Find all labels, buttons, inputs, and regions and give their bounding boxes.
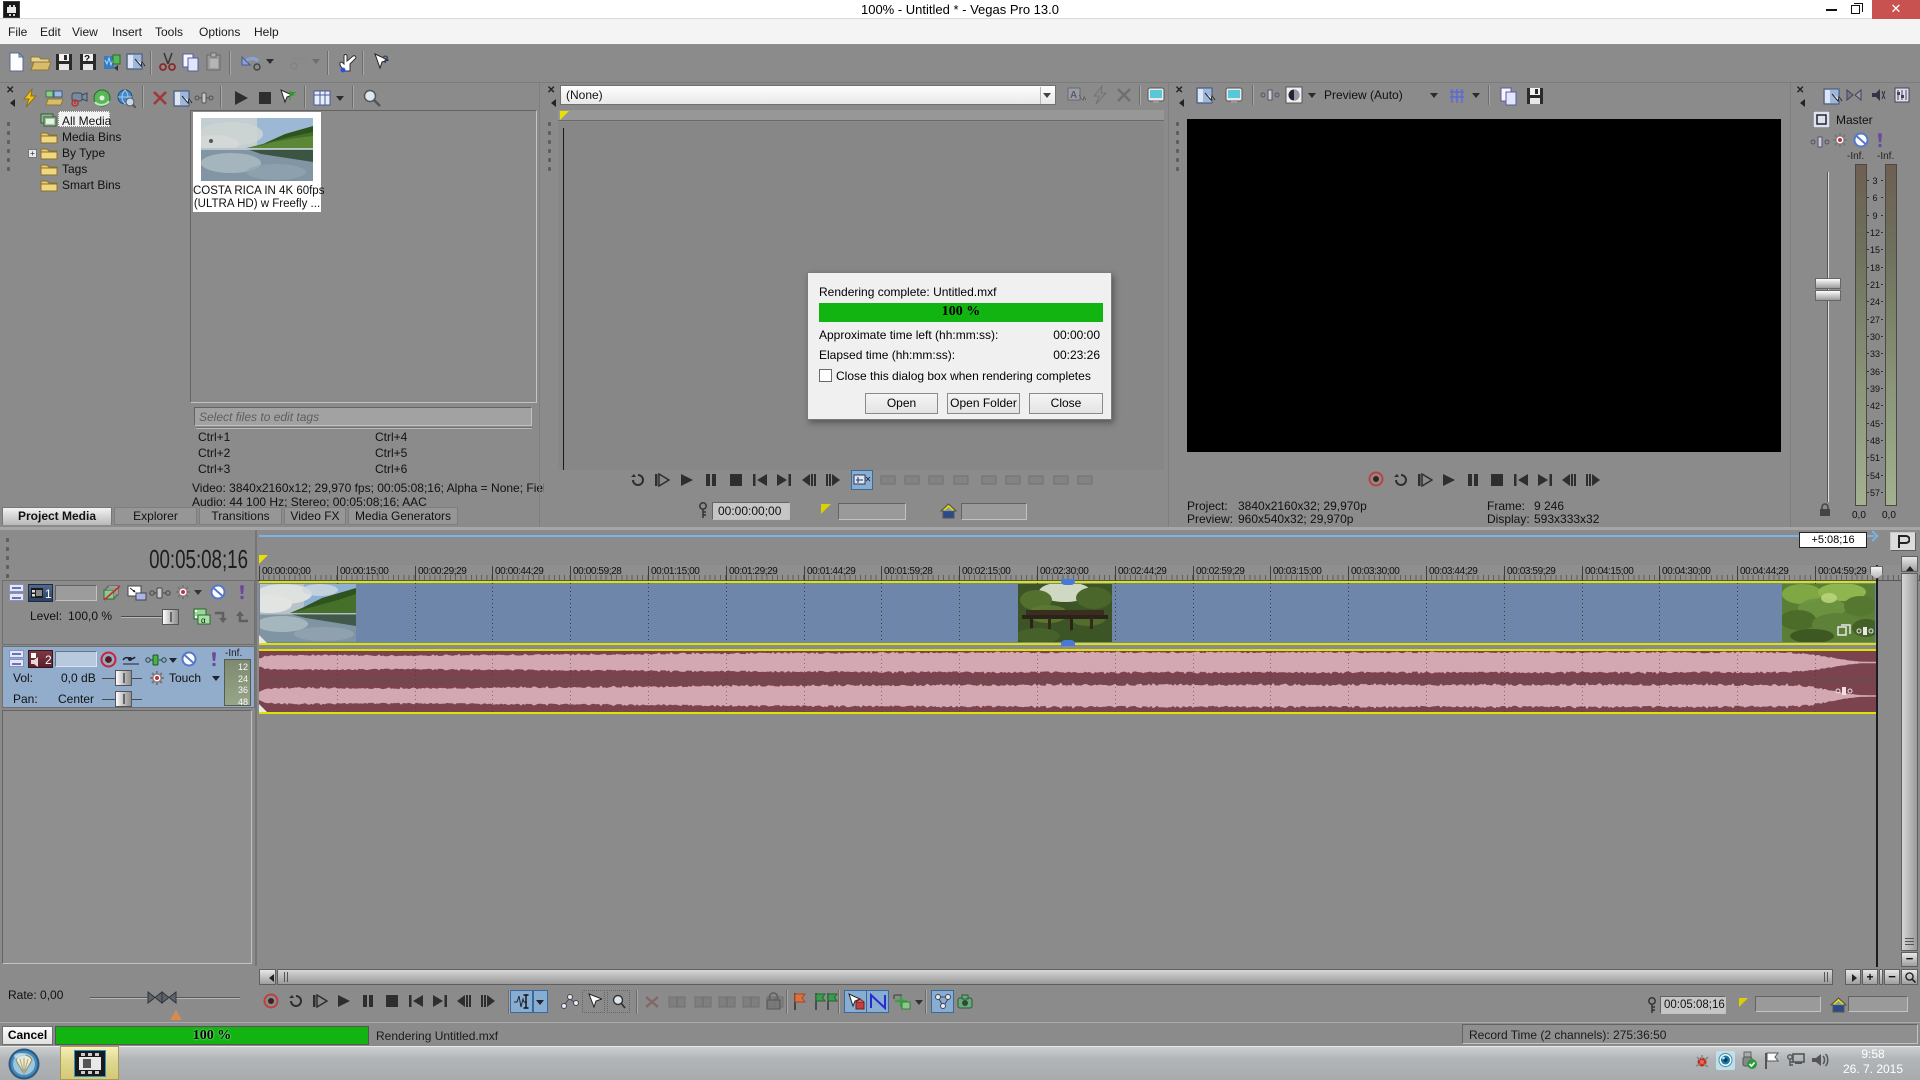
- svg-text:?: ?: [382, 54, 389, 66]
- svg-text:A: A: [1070, 90, 1077, 101]
- svg-text:α: α: [201, 616, 206, 625]
- svg-text:?: ?: [84, 54, 90, 65]
